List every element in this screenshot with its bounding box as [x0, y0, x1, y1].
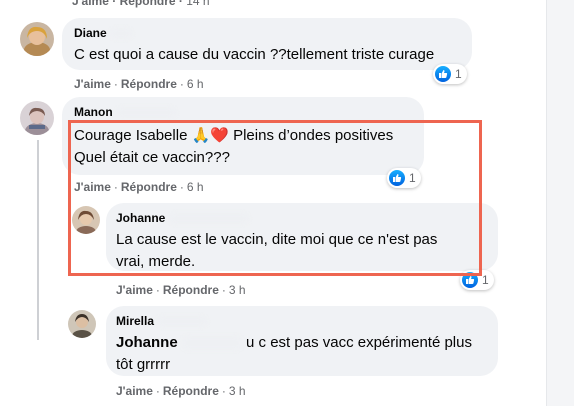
timestamp: 6 h — [186, 77, 204, 91]
reply-link[interactable]: Répondre — [121, 77, 177, 91]
avatar-manon[interactable] — [20, 101, 54, 135]
comment-actions: J'aime · Répondre · 6 h — [74, 77, 204, 91]
timestamp: 3 h — [228, 384, 246, 398]
comment-author[interactable]: Mirella — [116, 314, 208, 328]
comment-actions: J'aime · Répondre · 3 h — [116, 283, 246, 297]
avatar-mirella[interactable] — [68, 310, 96, 338]
mention-link[interactable]: Johanne — [116, 334, 178, 351]
comment-text-line-1: Johanne u c est pas vacc expérimenté plu… — [116, 334, 472, 351]
scrollbar-track[interactable] — [546, 0, 574, 406]
reaction-count[interactable]: 1 — [433, 64, 467, 84]
timestamp: 3 h — [228, 283, 246, 297]
like-link[interactable]: J'aime — [116, 283, 153, 297]
highlight-annotation — [68, 120, 482, 276]
previous-comment-actions: J'aime · Répondre · 14 h — [72, 0, 210, 8]
comment-author[interactable]: Manon — [74, 105, 177, 119]
reaction-number: 1 — [455, 67, 462, 81]
reply-link[interactable]: Répondre — [163, 384, 219, 398]
reaction-number: 1 — [482, 273, 489, 287]
comment-author[interactable]: Diane — [74, 26, 133, 40]
like-link[interactable]: J'aime — [74, 77, 111, 91]
thumbs-up-icon — [435, 66, 451, 82]
avatar-diane[interactable] — [20, 22, 54, 56]
like-link[interactable]: J'aime — [116, 384, 153, 398]
reply-link[interactable]: Répondre — [120, 0, 176, 8]
comment-actions: J'aime · Répondre · 3 h — [116, 384, 246, 398]
comment-text: C est quoi a cause du vaccin ??tellement… — [74, 46, 435, 63]
reply-link[interactable]: Répondre — [163, 283, 219, 297]
thread-line — [37, 140, 39, 340]
timestamp: 14 h — [186, 0, 210, 8]
comment-text-line-2: tôt grrrrr — [116, 356, 171, 373]
like-link[interactable]: J'aime — [72, 0, 109, 8]
